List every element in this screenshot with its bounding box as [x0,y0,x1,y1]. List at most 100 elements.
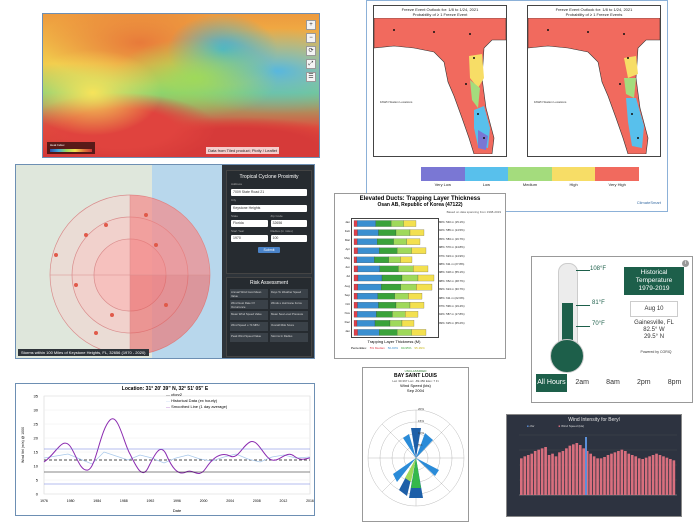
y-tick-label: 25 [34,422,39,427]
thickness-segment [353,274,359,282]
wind-speed-bar [634,456,638,495]
heat-map[interactable] [43,14,319,157]
wind-speed-bar [592,456,596,495]
powered-by-logo: Powered by CORIQ [640,350,672,354]
thickness-segment [357,302,379,309]
field-label: City [231,198,237,202]
legend-bar [50,149,92,152]
wind-speed-bar [648,456,651,495]
tab-8pm[interactable]: 8pm [659,374,690,392]
tab-all-hours[interactable]: All Hours [536,374,567,392]
tab-2am[interactable]: 2am [567,374,598,392]
legend-label: Low [482,182,491,187]
zip-input[interactable]: 32656 [270,220,307,227]
thickness-segment [357,311,377,318]
wind-speed-bar [603,457,606,495]
hour-tabs: All Hours 2am 8am 2pm 8pm [536,374,690,392]
legend-label: Historical Data (ex hourly) [171,398,218,403]
legend-item[interactable]: — Smoothed Line (1 day average) [166,404,227,410]
info-icon[interactable]: i [682,260,689,267]
field-row: Start Year 1970 Radius (in miles) 100 [231,227,307,242]
state-select[interactable]: Florida [231,220,268,227]
field-label: Address [231,182,243,186]
thickness-segment [356,220,376,227]
thickness-segment [374,320,391,327]
fullscreen-button[interactable]: ⤢ [306,59,316,69]
start-year-input[interactable]: 1970 [231,235,268,242]
location-lon: 82.5° W [643,327,665,333]
thickness-segment [377,238,394,245]
wind-speed-bar [630,455,634,495]
wind-speed-bar [554,456,558,495]
wind-speed-bar [551,453,554,495]
risk-title: Risk Assessment [249,280,289,286]
address-input[interactable]: 7009 State Road 21 [231,189,307,196]
cyclone-map[interactable] [16,165,224,359]
brand-logo: ClimateSmart [636,200,661,205]
thickness-segment [357,229,379,236]
chart-legend: — cforv2 — Historical Data (ex hourly) —… [166,392,227,410]
submit-button[interactable]: Submit [258,247,280,253]
rose-ring-label: 10% [418,431,424,435]
reset-button[interactable]: ⟳ [306,46,316,56]
row-label: Sep [344,292,350,297]
wind-speed-bar [526,455,530,495]
thickness-segment [379,329,398,336]
thickness-segment [397,247,412,254]
row-stat: 95%: 583 m (16.7%) [439,236,465,241]
thickness-segment [395,229,411,236]
legend-item[interactable]: ■ cfsr [527,424,535,428]
date-selector[interactable]: Aug 10 [630,301,678,317]
row-label: Aug [344,283,350,288]
y-tick-label: 35 [34,394,39,399]
thickness-segment [376,311,393,318]
thickness-segment [389,320,403,327]
wind-speed-bar [613,452,617,495]
wind-speed-bar [617,451,620,495]
x-tick-label: 1988 [120,499,128,503]
thickness-segment [409,302,425,309]
row-stat: 98%: 611 m (27.8%) [439,261,465,266]
legend-swatch-low [464,167,509,181]
thickness-segment [356,256,375,263]
wind-speed-bar [665,457,669,495]
wind-speed-bar [669,459,672,495]
radius-select[interactable]: 100 [270,235,307,242]
thickness-segment [353,311,358,318]
location-info: Gainesville, FL 82.5° W 29.5° N [624,320,684,341]
wind-rose-panel: UNCLASSIFIED BAY SAINT LOUIS Lat: 30.367… [362,367,469,522]
row-stat: 97%: 596 m (19.4%) [439,303,465,308]
x-tick-label: 1976 [40,499,48,503]
legend-swatch-very-high [595,167,639,181]
x-axis-label: Trapping Layer Thickness (M) [367,339,421,344]
field-label: Start Year [231,229,245,233]
wind-speed-bar [565,448,568,495]
wind-speed-bar [530,453,534,495]
zoom-in-button[interactable]: + [306,20,316,30]
x-tick-label: 2000 [200,499,208,503]
thickness-segment [417,274,435,282]
thickness-segment [392,311,406,318]
zoom-out-button[interactable]: − [306,33,316,43]
city-input[interactable]: Keystone Heights [231,205,307,212]
florida-map-right [528,18,660,154]
thickness-segment [411,247,427,254]
thickness-segment [353,302,358,309]
legend-label: Medium [522,182,538,187]
row-stat: 98%: 618 m (55.1%) [439,270,465,275]
field-label: Zip Code [270,214,283,218]
y-axis-label: Wind Vel (m/s) @ 1000 [21,427,25,463]
beryl-panel: Wind Intensity for Beryl ■ cfsr ■ Wind S… [506,414,682,517]
wind-speed-bar [578,445,582,495]
thickness-segment [357,238,378,245]
risk-cell: Overall Risk Score [270,322,308,331]
tab-8am[interactable]: 8am [598,374,629,392]
layers-button[interactable]: ☰ [306,72,316,82]
tab-2pm[interactable]: 2pm [628,374,659,392]
thickness-segment [378,302,397,309]
historical-line1: Historical [640,269,668,276]
tick-line [576,270,590,271]
x-axis-label: Date [173,508,182,513]
legend-item[interactable]: ■ Wind Speed (kts) [559,424,585,428]
tick-high: 108°F [590,266,607,272]
